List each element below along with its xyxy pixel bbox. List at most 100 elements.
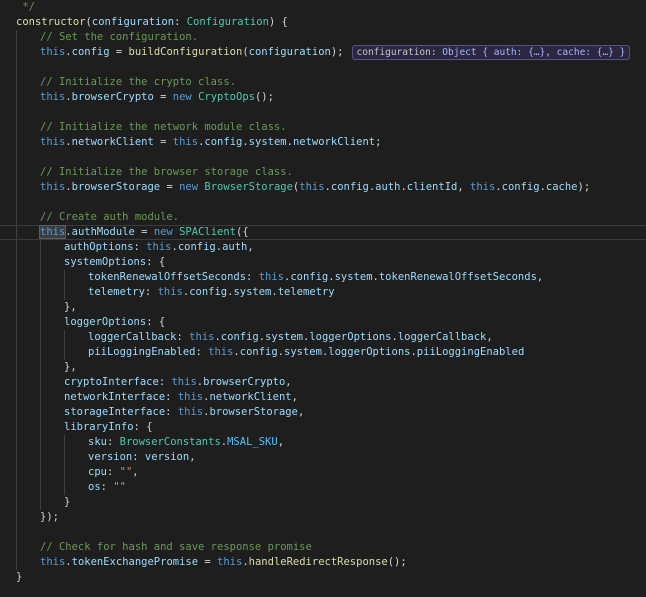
code-token: : xyxy=(195,346,209,358)
code-token: buildConfiguration xyxy=(128,46,243,58)
code-token: this xyxy=(40,136,66,148)
code-line[interactable] xyxy=(0,150,646,165)
code-token: new xyxy=(179,181,205,193)
code-line[interactable]: this.config = buildConfiguration(configu… xyxy=(0,45,646,60)
code-line[interactable]: tokenRenewalOffsetSeconds: this.config.s… xyxy=(0,270,646,285)
code-line-content: cryptoInterface: this.browserCrypto, xyxy=(64,376,292,388)
code-line[interactable]: this.authModule = new SPAClient({ xyxy=(0,225,646,240)
code-token: this xyxy=(258,271,284,283)
indent-guide xyxy=(16,315,17,330)
code-line[interactable]: // Initialize the crypto class. xyxy=(0,75,646,90)
code-line[interactable]: version: version, xyxy=(0,450,646,465)
debug-value-hint[interactable]: configuration: Object { auth: {…}, cache… xyxy=(351,45,631,60)
code-token: : xyxy=(174,16,187,28)
code-line[interactable]: authOptions: this.config.auth, xyxy=(0,240,646,255)
indent-guide xyxy=(40,480,41,495)
code-line[interactable]: telemetry: this.config.system.telemetry xyxy=(0,285,646,300)
code-token: BrowserStorage xyxy=(204,181,293,193)
code-line-content: sku: BrowserConstants.MSAL_SKU, xyxy=(88,436,284,448)
code-token: : xyxy=(144,286,158,298)
code-line[interactable]: this.browserCrypto = new CryptoOps(); xyxy=(0,90,646,105)
code-line[interactable]: }, xyxy=(0,300,646,315)
code-line-content: storageInterface: this.browserStorage, xyxy=(64,406,304,418)
code-line[interactable]: constructor(configuration: Configuration… xyxy=(0,15,646,30)
code-line[interactable]: cpu: "", xyxy=(0,465,646,480)
code-line[interactable]: // Set the configuration. xyxy=(0,30,646,45)
code-line[interactable]: libraryInfo: { xyxy=(0,420,646,435)
code-line-content: this.config = buildConfiguration(configu… xyxy=(40,45,631,60)
code-line[interactable]: loggerOptions: { xyxy=(0,315,646,330)
code-line[interactable]: os: "" xyxy=(0,480,646,495)
indent-guide xyxy=(16,405,17,420)
code-token: , xyxy=(536,271,544,283)
code-token: piiLoggingEnabled xyxy=(416,346,525,358)
code-line[interactable]: }, xyxy=(0,360,646,375)
indent-guide xyxy=(16,90,17,105)
code-token: this xyxy=(38,225,67,239)
code-token: : xyxy=(100,481,114,493)
code-token: : xyxy=(106,466,120,478)
code-line[interactable]: this.tokenExchangePromise = this.handleR… xyxy=(0,555,646,570)
code-line[interactable]: // Initialize the network module class. xyxy=(0,120,646,135)
code-token: : xyxy=(106,436,120,448)
code-token: browserStorage xyxy=(209,406,298,418)
indent-guide xyxy=(16,450,17,465)
code-line[interactable]: */ xyxy=(0,0,646,15)
code-token: : xyxy=(158,376,172,388)
code-token: this xyxy=(171,376,197,388)
code-line[interactable]: cryptoInterface: this.browserCrypto, xyxy=(0,375,646,390)
code-line[interactable]: networkInterface: this.networkClient, xyxy=(0,390,646,405)
code-token: this xyxy=(40,46,66,58)
code-line[interactable]: // Check for hash and save response prom… xyxy=(0,540,646,555)
code-line-content: this.browserCrypto = new CryptoOps(); xyxy=(40,91,274,103)
code-line[interactable]: piiLoggingEnabled: this.config.system.lo… xyxy=(0,345,646,360)
code-line-content: piiLoggingEnabled: this.config.system.lo… xyxy=(88,346,524,358)
code-token: this xyxy=(217,556,243,568)
indent-guide xyxy=(16,510,17,525)
code-line[interactable] xyxy=(0,525,646,540)
code-token: = xyxy=(109,46,129,58)
code-line[interactable]: }); xyxy=(0,510,646,525)
code-line[interactable] xyxy=(0,195,646,210)
indent-guide xyxy=(40,285,41,300)
code-token: auth xyxy=(375,181,401,193)
code-token: }, xyxy=(64,301,77,313)
code-line[interactable] xyxy=(0,105,646,120)
code-line[interactable]: this.browserStorage = new BrowserStorage… xyxy=(0,180,646,195)
code-line[interactable] xyxy=(0,60,646,75)
code-token: this xyxy=(172,136,199,148)
code-token: piiLoggingEnabled xyxy=(88,346,196,358)
code-token: networkClient xyxy=(209,391,292,403)
indent-guide xyxy=(16,480,17,495)
code-token: : xyxy=(246,271,259,283)
code-line[interactable]: sku: BrowserConstants.MSAL_SKU, xyxy=(0,435,646,450)
code-editor[interactable]: */ constructor(configuration: Configurati… xyxy=(0,0,646,597)
code-token: tokenRenewalOffsetSeconds xyxy=(378,271,537,283)
indent-guide xyxy=(40,375,41,390)
code-token: version xyxy=(144,451,190,463)
indent-guide xyxy=(16,30,17,45)
code-line-content: // Set the configuration. xyxy=(40,31,198,43)
indent-guide xyxy=(16,105,17,120)
code-token: configuration xyxy=(248,46,331,58)
code-token: (); xyxy=(387,556,407,568)
code-line[interactable]: loggerCallback: this.config.system.logge… xyxy=(0,330,646,345)
code-line-content: tokenRenewalOffsetSeconds: this.config.s… xyxy=(88,271,543,283)
indent-guide xyxy=(16,60,17,75)
code-line-content: cpu: "", xyxy=(88,466,139,478)
code-token: storageInterface xyxy=(64,406,166,418)
indent-guide xyxy=(16,210,17,225)
code-line[interactable]: } xyxy=(0,495,646,510)
indent-guide xyxy=(64,480,65,495)
code-token: : xyxy=(133,241,147,253)
code-line[interactable]: // Initialize the browser storage class. xyxy=(0,165,646,180)
indent-guide xyxy=(40,255,41,270)
code-token: : xyxy=(165,391,178,403)
code-line[interactable]: // Create auth module. xyxy=(0,210,646,225)
code-line[interactable]: this.networkClient = this.config.system.… xyxy=(0,135,646,150)
code-line[interactable]: storageInterface: this.browserStorage, xyxy=(0,405,646,420)
code-line[interactable]: systemOptions: { xyxy=(0,255,646,270)
code-line[interactable]: } xyxy=(0,570,646,585)
code-line-content: // Create auth module. xyxy=(40,211,179,223)
indent-guide xyxy=(40,315,41,330)
